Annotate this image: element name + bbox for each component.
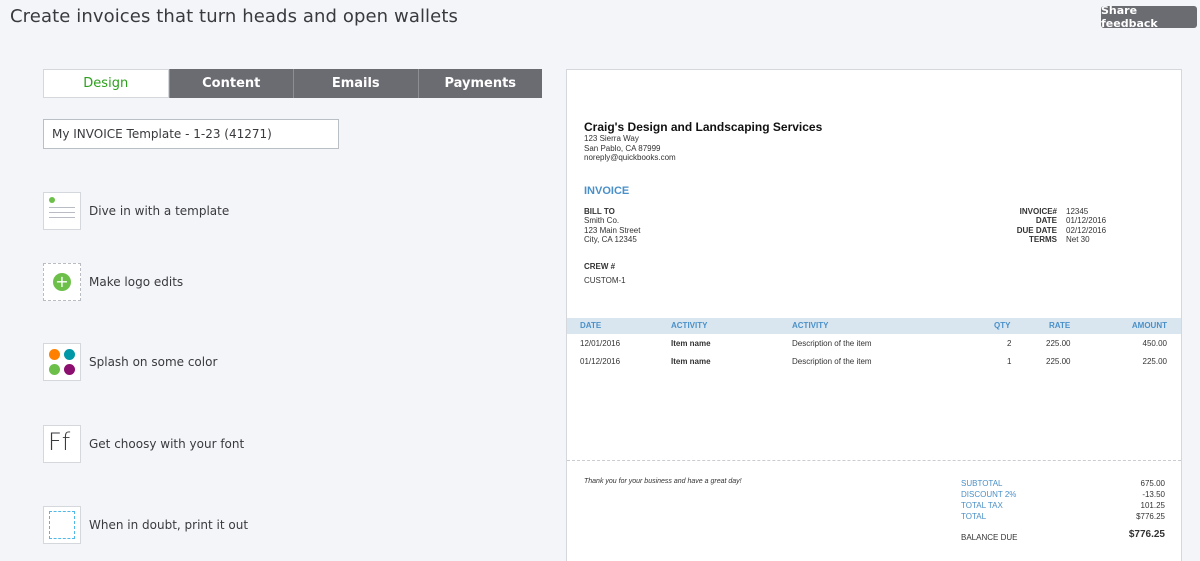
column-header: ACTIVITY bbox=[671, 321, 708, 330]
option-logo-label: Make logo edits bbox=[89, 275, 184, 289]
company-email: noreply@quickbooks.com bbox=[584, 153, 676, 162]
row-amount: 225.00 bbox=[1142, 357, 1167, 366]
page-title: Create invoices that turn heads and open… bbox=[10, 6, 458, 27]
option-template[interactable]: Dive in with a template bbox=[43, 192, 229, 230]
row-date: 01/12/2016 bbox=[580, 357, 621, 366]
terms-value: Net 30 bbox=[1066, 235, 1090, 244]
template-icon bbox=[43, 192, 81, 230]
font-icon: Ff bbox=[43, 425, 81, 463]
share-feedback-button[interactable]: Share feedback bbox=[1101, 4, 1197, 30]
date-label: DATE bbox=[1035, 216, 1057, 225]
option-logo[interactable]: + Make logo edits bbox=[43, 263, 183, 301]
subtotal-value: 675.00 bbox=[1140, 479, 1165, 488]
company-address-1: 123 Sierra Way bbox=[584, 134, 639, 143]
thank-you-note: Thank you for your business and have a g… bbox=[584, 478, 742, 485]
option-color[interactable]: Splash on some color bbox=[43, 343, 217, 381]
tab-content[interactable]: Content bbox=[168, 69, 293, 98]
bill-to-line: City, CA 12345 bbox=[584, 235, 637, 244]
option-font[interactable]: Ff Get choosy with your font bbox=[43, 425, 244, 463]
tax-label: TOTAL TAX bbox=[961, 501, 1003, 510]
row-description: Description of the item bbox=[792, 339, 872, 348]
row-date: 12/01/2016 bbox=[580, 339, 621, 348]
tab-emails[interactable]: Emails bbox=[293, 69, 418, 98]
option-color-label: Splash on some color bbox=[89, 355, 218, 369]
option-font-label: Get choosy with your font bbox=[89, 437, 245, 451]
row-item: Item name bbox=[671, 357, 711, 366]
subtotal-label: SUBTOTAL bbox=[961, 479, 1003, 488]
total-value: $776.25 bbox=[1136, 512, 1165, 521]
bill-to-line: Smith Co. bbox=[584, 216, 620, 225]
template-name-input[interactable] bbox=[43, 119, 339, 149]
tab-payments[interactable]: Payments bbox=[417, 69, 542, 98]
invoice-title: INVOICE bbox=[584, 185, 630, 197]
tab-bar: Design Content Emails Payments bbox=[43, 69, 542, 98]
tab-design[interactable]: Design bbox=[43, 69, 169, 98]
row-item: Item name bbox=[671, 339, 711, 348]
total-label: TOTAL bbox=[961, 512, 987, 521]
section-divider bbox=[567, 460, 1181, 461]
row-amount: 450.00 bbox=[1142, 339, 1167, 348]
invoice-preview: Craig's Design and Landscaping Services … bbox=[566, 69, 1182, 561]
option-template-label: Dive in with a template bbox=[89, 204, 230, 218]
color-palette-icon bbox=[43, 343, 81, 381]
option-print[interactable]: When in doubt, print it out bbox=[43, 506, 248, 544]
row-rate: 225.00 bbox=[1046, 357, 1071, 366]
column-header: AMOUNT bbox=[1131, 321, 1167, 330]
balance-due-label: BALANCE DUE bbox=[961, 533, 1018, 542]
balance-due-value: $776.25 bbox=[1128, 529, 1165, 540]
row-qty: 2 bbox=[1007, 339, 1012, 348]
row-description: Description of the item bbox=[792, 357, 872, 366]
line-items-header: DATE ACTIVITY ACTIVITY QTY RATE AMOUNT bbox=[567, 318, 1181, 334]
discount-label: DISCOUNT 2% bbox=[961, 490, 1017, 499]
terms-label: TERMS bbox=[1029, 235, 1057, 244]
tax-value: 101.25 bbox=[1140, 501, 1165, 510]
row-qty: 1 bbox=[1007, 357, 1012, 366]
company-name: Craig's Design and Landscaping Services bbox=[584, 120, 823, 134]
date-value: 01/12/2016 bbox=[1066, 216, 1107, 225]
crew-value: CUSTOM-1 bbox=[584, 276, 626, 285]
column-header: ACTIVITY bbox=[792, 321, 829, 330]
logo-add-icon: + bbox=[43, 263, 81, 301]
column-header: RATE bbox=[1049, 321, 1071, 330]
column-header: DATE bbox=[580, 321, 602, 330]
discount-value: -13.50 bbox=[1142, 490, 1165, 499]
print-margin-icon bbox=[43, 506, 81, 544]
column-header: QTY bbox=[994, 321, 1011, 330]
crew-label: CREW # bbox=[584, 262, 616, 271]
company-address-2: San Pablo, CA 87999 bbox=[584, 144, 661, 153]
row-rate: 225.00 bbox=[1046, 339, 1071, 348]
option-print-label: When in doubt, print it out bbox=[89, 518, 249, 532]
